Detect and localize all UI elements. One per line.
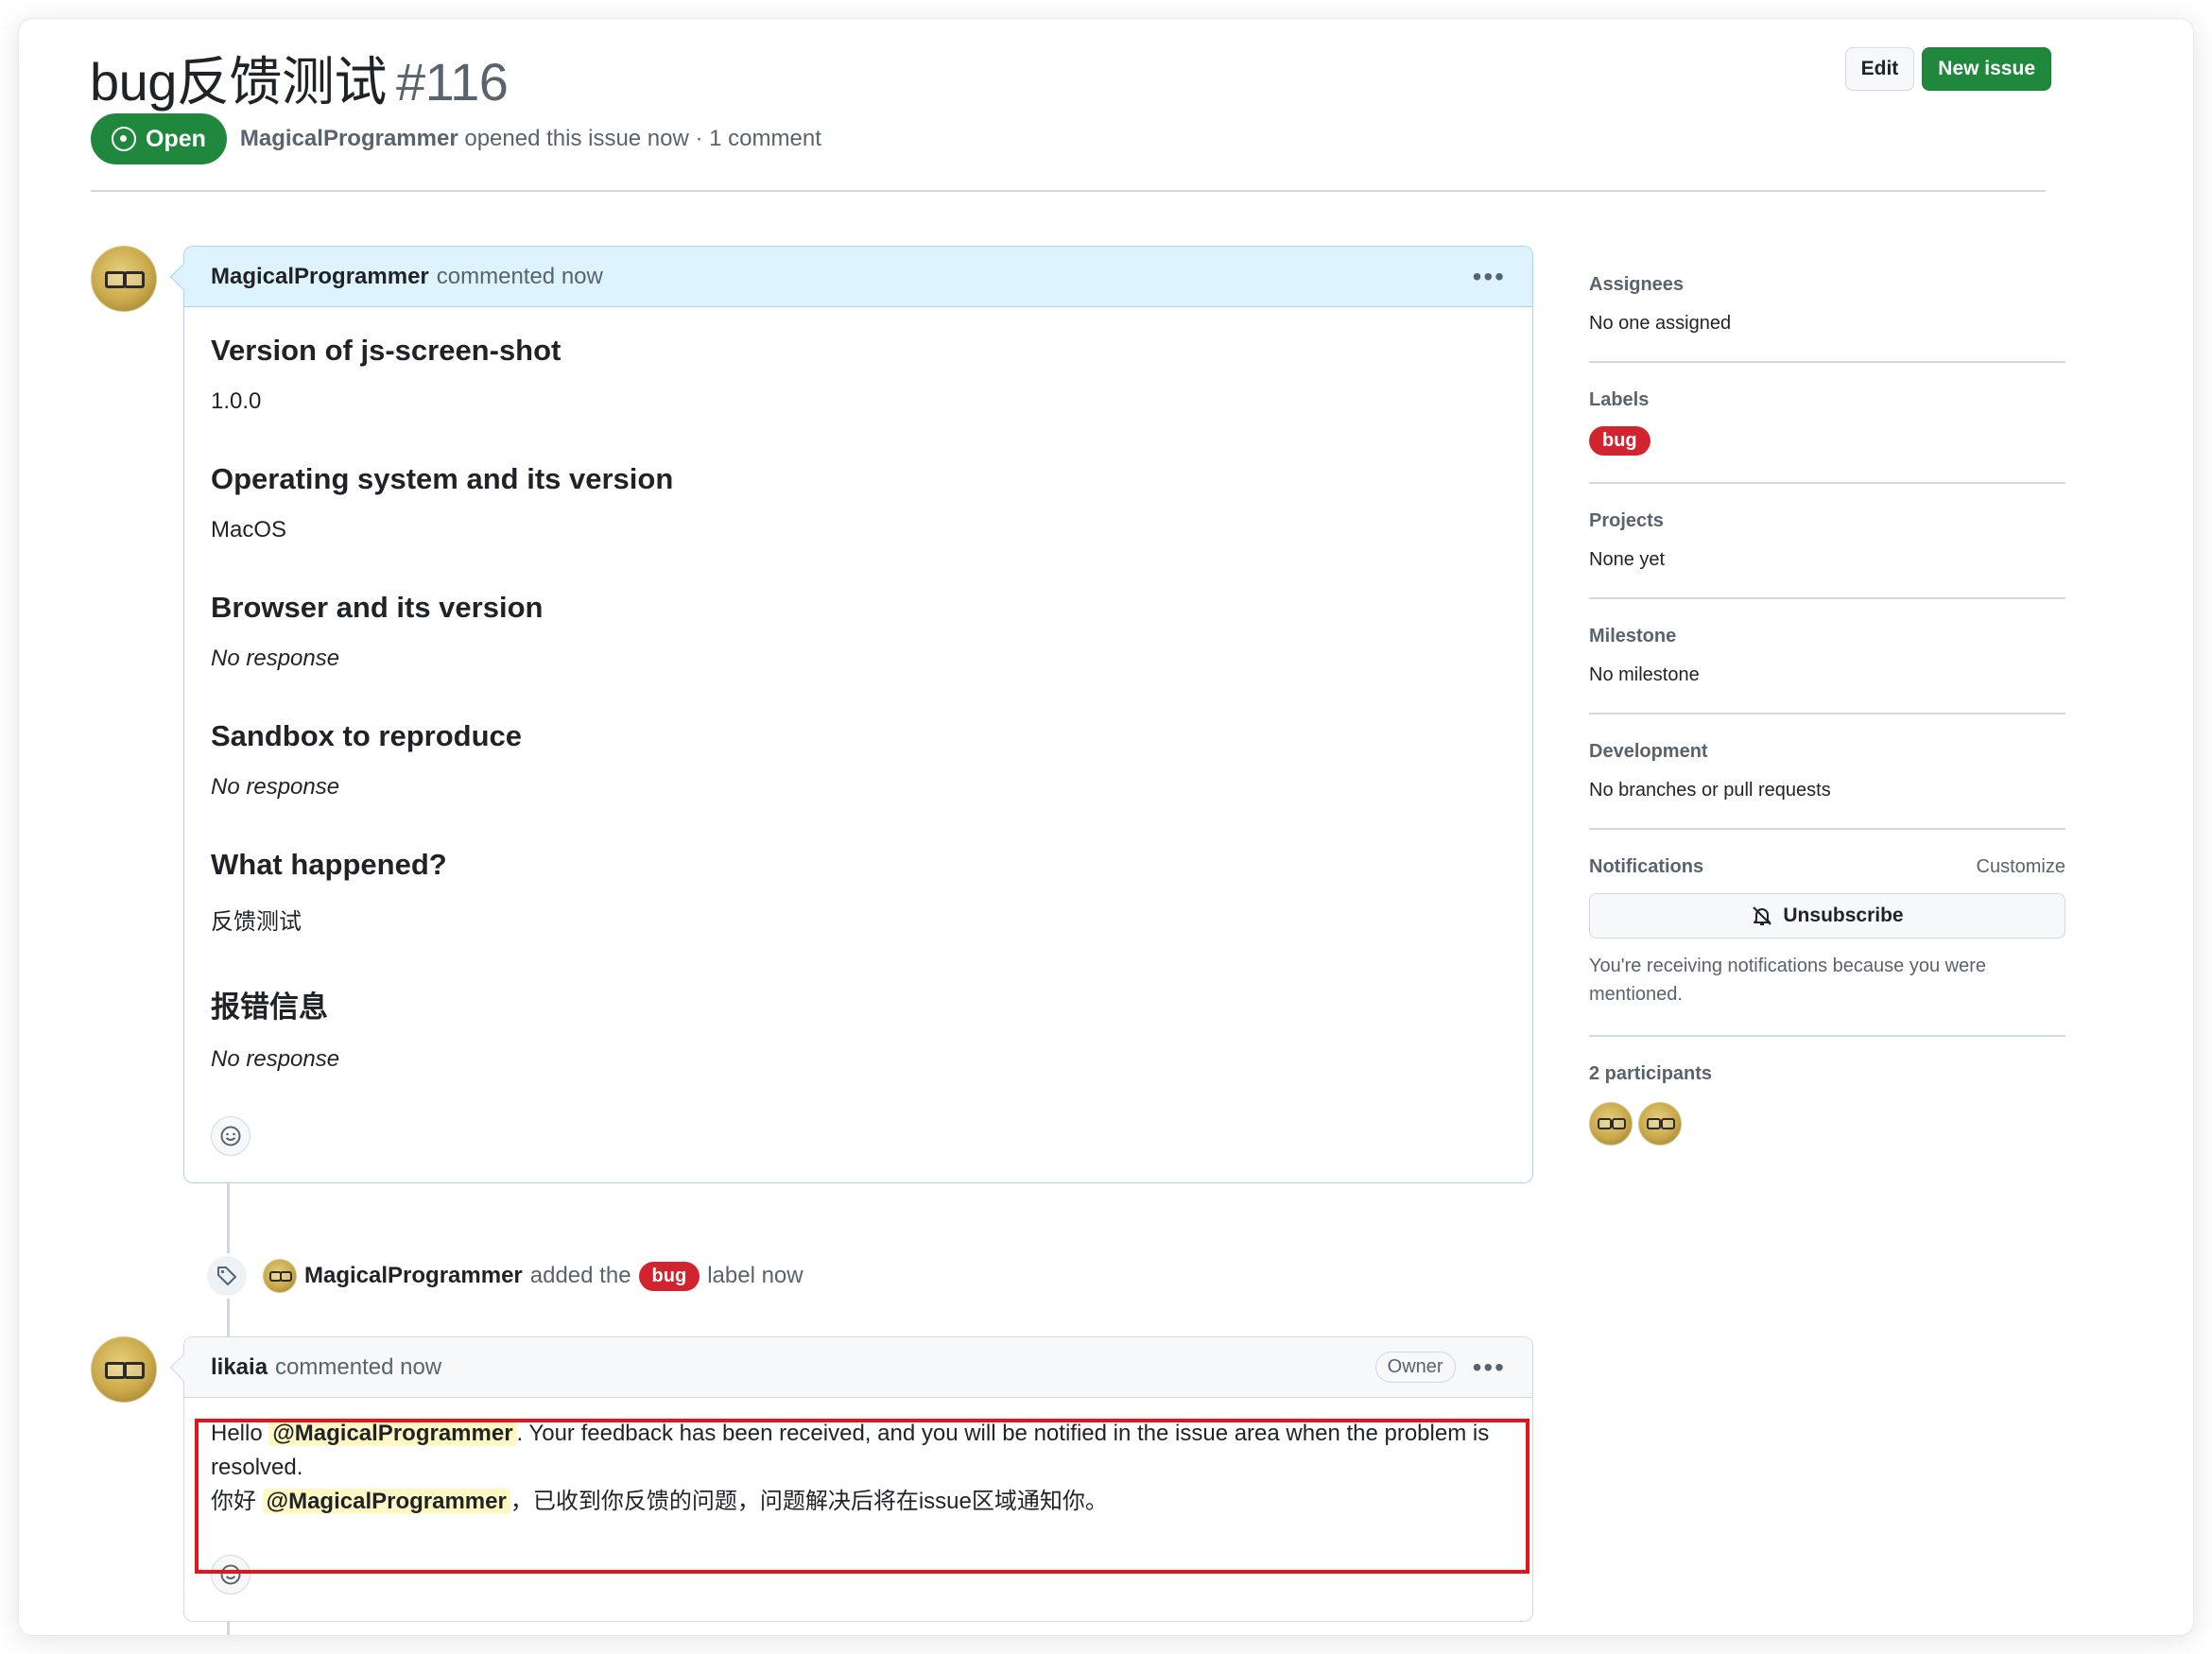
bug-label[interactable]: bug	[638, 1261, 700, 1291]
issue-title-text: bug反馈测试	[90, 52, 387, 112]
comment-time[interactable]: commented now	[275, 1354, 441, 1381]
sidebar-heading: Assignees	[1589, 274, 1685, 295]
smiley-icon	[220, 1126, 241, 1146]
sidebar-value: No branches or pull requests	[1589, 780, 1831, 801]
form-section: 报错信息 No response	[211, 983, 1506, 1073]
comment-body: Version of js-screen-shot 1.0.0 Operatin…	[184, 307, 1532, 1143]
issue-body-comment: MagicalProgrammer commented now ••• Vers…	[169, 246, 1533, 1183]
section-heading: Operating system and its version	[211, 462, 674, 495]
unsubscribe-label: Unsubscribe	[1783, 905, 1904, 926]
label-event: MagicalProgrammer added the bug label no…	[204, 1253, 804, 1299]
state-label: Open	[146, 125, 206, 152]
bug-label[interactable]: bug	[1589, 426, 1650, 456]
unsubscribe-button[interactable]: Unsubscribe	[1589, 893, 2065, 939]
sidebar-assignees[interactable]: Assignees No one assigned	[1589, 274, 2065, 363]
more-options-icon[interactable]: •••	[1473, 262, 1506, 292]
avatar[interactable]	[1638, 1102, 1682, 1146]
issue-author-link[interactable]: MagicalProgrammer	[240, 126, 458, 151]
comment-author[interactable]: likaia	[211, 1354, 268, 1381]
section-value: No response	[211, 646, 340, 671]
section-heading: Browser and its version	[211, 591, 544, 624]
avatar[interactable]	[263, 1259, 297, 1293]
comment-header: likaia commented now Owner •••	[184, 1337, 1532, 1398]
sidebar-value: No milestone	[1589, 664, 1700, 685]
sidebar-development[interactable]: Development No branches or pull requests	[1589, 741, 2065, 830]
issue-meta-text: opened this issue now · 1 comment	[464, 126, 821, 151]
sidebar-heading: 2 participants	[1589, 1063, 1713, 1084]
event-text: label now	[707, 1263, 804, 1288]
participant-avatars	[1589, 1102, 2065, 1147]
sidebar-heading: Labels	[1589, 389, 1650, 410]
section-heading: Version of js-screen-shot	[211, 334, 562, 367]
comment-time[interactable]: commented now	[437, 264, 603, 290]
issue-sidebar: Assignees No one assigned Labels bug Pro…	[1589, 274, 2065, 1147]
sidebar-labels[interactable]: Labels bug	[1589, 389, 2065, 484]
comment-header: MagicalProgrammer commented now •••	[184, 247, 1532, 307]
form-section: What happened? 反馈测试	[211, 848, 1506, 936]
comment-author[interactable]: MagicalProgrammer	[211, 264, 429, 290]
form-section: Version of js-screen-shot 1.0.0	[211, 334, 1506, 415]
avatar[interactable]	[1589, 1102, 1633, 1146]
section-heading: What happened?	[211, 848, 447, 881]
header-divider	[91, 190, 2046, 192]
tag-icon	[204, 1253, 250, 1299]
section-value: 反馈测试	[211, 909, 302, 935]
new-issue-button[interactable]: New issue	[1922, 47, 2051, 91]
notification-reason: You're receiving notifications because y…	[1589, 956, 1986, 1005]
more-options-icon[interactable]: •••	[1473, 1352, 1506, 1383]
open-state-badge: Open	[91, 113, 227, 164]
sidebar-heading: Milestone	[1589, 626, 1677, 646]
timeline-line	[227, 1622, 230, 1635]
avatar[interactable]	[91, 1336, 157, 1403]
form-section: Sandbox to reproduce No response	[211, 719, 1506, 801]
section-value: No response	[211, 774, 340, 800]
sidebar-notifications: Notifications Customize Unsubscribe You'…	[1589, 856, 2065, 1037]
issue-number: #116	[395, 52, 509, 112]
sidebar-projects[interactable]: Projects None yet	[1589, 510, 2065, 599]
header-actions: Edit New issue	[1844, 47, 2051, 91]
section-value: 1.0.0	[211, 388, 262, 414]
section-value: No response	[211, 1046, 340, 1072]
sidebar-participants: 2 participants	[1589, 1063, 2065, 1147]
owner-badge: Owner	[1374, 1352, 1456, 1383]
annotation-highlight-box	[195, 1419, 1529, 1574]
section-heading: 报错信息	[211, 991, 328, 1024]
event-text: added the	[529, 1263, 631, 1288]
customize-link[interactable]: Customize	[1977, 856, 2065, 878]
sidebar-heading: Development	[1589, 741, 1708, 762]
bell-slash-icon	[1753, 906, 1772, 925]
sidebar-heading: Projects	[1589, 510, 1664, 531]
section-heading: Sandbox to reproduce	[211, 719, 522, 752]
issue-meta: MagicalProgrammer opened this issue now …	[240, 126, 821, 152]
browser-frame: bug反馈测试 #116 Edit New issue Open MagicalP…	[19, 19, 2193, 1635]
issue-title: bug反馈测试 #116	[90, 40, 509, 116]
form-section: Browser and its version No response	[211, 591, 1506, 672]
issue-state-row: Open MagicalProgrammer opened this issue…	[91, 113, 821, 164]
avatar[interactable]	[91, 246, 157, 312]
issue-opened-icon	[112, 127, 136, 151]
section-value: MacOS	[211, 517, 287, 543]
sidebar-value: No one assigned	[1589, 313, 1732, 334]
add-reaction-button[interactable]	[211, 1116, 251, 1156]
form-section: Operating system and its version MacOS	[211, 462, 1506, 543]
sidebar-milestone[interactable]: Milestone No milestone	[1589, 626, 2065, 715]
edit-button[interactable]: Edit	[1844, 47, 1915, 91]
sidebar-value: None yet	[1589, 549, 1666, 570]
event-actor[interactable]: MagicalProgrammer	[304, 1263, 523, 1289]
sidebar-heading: Notifications Customize	[1589, 856, 2065, 878]
